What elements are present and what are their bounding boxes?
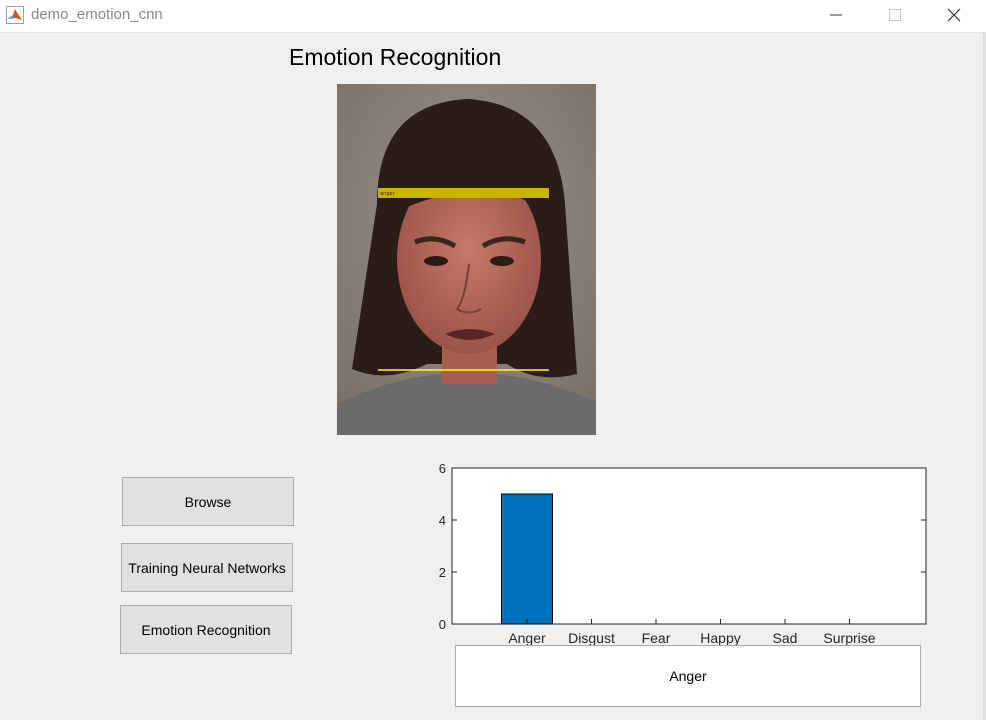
matlab-app-icon <box>6 6 24 24</box>
y-tick-label: 0 <box>439 617 446 632</box>
x-tick-label: Happy <box>700 630 740 646</box>
y-tick-label: 2 <box>439 565 446 580</box>
face-box-label: anger <box>380 191 395 197</box>
x-tick-label: Anger <box>508 630 546 646</box>
result-text-box: Anger <box>455 645 921 707</box>
x-tick-label: Sad <box>773 630 798 646</box>
page-title: Emotion Recognition <box>289 44 502 70</box>
close-icon[interactable] <box>931 0 977 30</box>
x-tick-label: Fear <box>642 630 671 646</box>
result-label: Anger <box>669 668 707 684</box>
x-tick-label: Surprise <box>823 630 875 646</box>
emotion-recognition-button[interactable]: Emotion Recognition <box>120 605 292 654</box>
bar-anger <box>501 493 553 625</box>
y-tick-label: 6 <box>439 461 446 476</box>
minimize-icon[interactable] <box>813 0 859 30</box>
maximize-icon[interactable] <box>872 0 918 30</box>
y-tick-label: 4 <box>439 513 446 528</box>
train-button[interactable]: Training Neural Networks <box>121 543 293 592</box>
x-tick-label: Disgust <box>568 630 615 646</box>
window-titlebar: demo_emotion_cnn <box>0 0 986 33</box>
face-image: anger <box>337 84 596 435</box>
browse-button[interactable]: Browse <box>122 477 294 526</box>
window-title: demo_emotion_cnn <box>31 6 163 23</box>
chart-axes <box>451 467 927 625</box>
